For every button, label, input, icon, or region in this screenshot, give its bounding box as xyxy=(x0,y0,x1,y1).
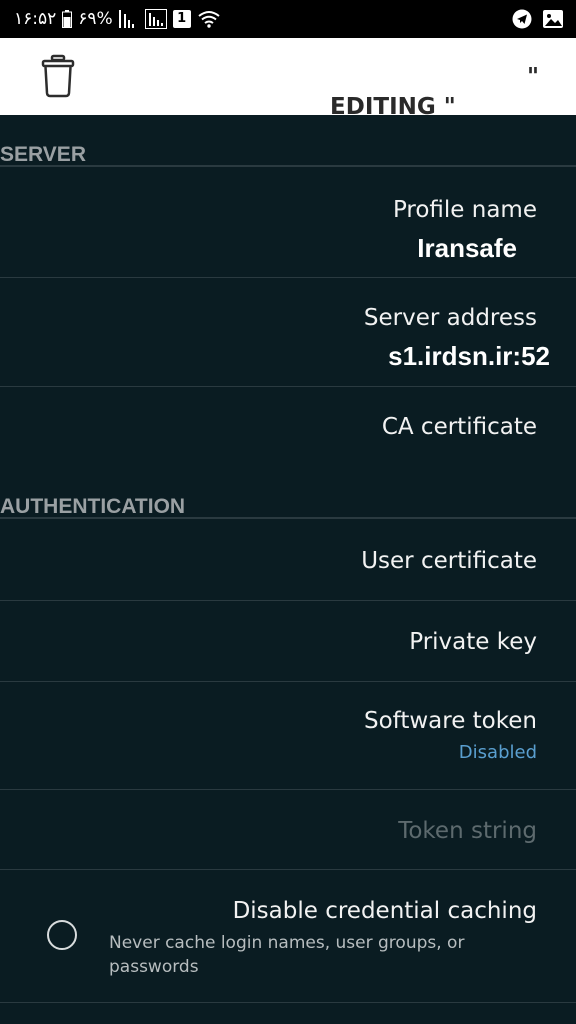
disable-caching-row[interactable]: Disable credential caching Never cache l… xyxy=(0,870,576,1003)
user-certificate-row[interactable]: User certificate xyxy=(0,519,576,600)
user-certificate-label: User certificate xyxy=(361,548,537,574)
page-title: EDITING " " xyxy=(298,62,539,120)
signal-strength-icon xyxy=(144,9,167,29)
toolbar: EDITING " " xyxy=(0,38,576,120)
battery-icon xyxy=(62,10,73,28)
telegram-icon xyxy=(512,9,532,29)
sim-badge: 1 xyxy=(172,10,191,28)
profile-name-row[interactable]: Profile name Iransafe xyxy=(0,167,576,277)
settings-list: SERVER Profile name Iransafe Server addr… xyxy=(0,115,576,1024)
clock: ۱۶:۵۲ xyxy=(14,9,57,29)
disable-caching-label: Disable credential caching xyxy=(232,898,537,924)
software-token-value: Disabled xyxy=(458,742,537,763)
software-token-row[interactable]: Software token Disabled xyxy=(0,682,576,789)
disable-caching-checkbox[interactable] xyxy=(47,920,77,950)
section-header-authentication: AUTHENTICATION xyxy=(0,495,186,518)
status-bar: ۱۶:۵۲ ۶۹% 1 xyxy=(0,0,576,38)
profile-name-label: Profile name xyxy=(392,197,537,223)
image-icon xyxy=(543,10,563,28)
battery-percent: ۶۹% xyxy=(78,9,113,29)
server-address-row[interactable]: Server address s1.irdsn.ir:52 xyxy=(0,278,576,386)
status-left: ۱۶:۵۲ ۶۹% 1 xyxy=(14,8,221,30)
trash-icon[interactable] xyxy=(40,54,76,98)
ca-certificate-row[interactable]: CA certificate xyxy=(0,387,576,477)
private-key-label: Private key xyxy=(409,629,537,655)
section-header-server: SERVER xyxy=(0,143,86,166)
divider xyxy=(0,1002,576,1003)
page-title-close-quote: " xyxy=(527,64,539,90)
status-right xyxy=(512,8,564,30)
token-string-label: Token string xyxy=(398,818,537,844)
token-string-row: Token string xyxy=(0,790,576,869)
server-address-value: s1.irdsn.ir:52 xyxy=(388,341,550,371)
profile-name-value: Iransafe xyxy=(417,233,517,263)
software-token-label: Software token xyxy=(363,708,537,734)
disable-caching-description: Never cache login names, user groups, or… xyxy=(109,933,465,977)
signal-icon xyxy=(118,10,134,28)
private-key-row[interactable]: Private key xyxy=(0,601,576,681)
server-address-label: Server address xyxy=(363,305,537,331)
ca-certificate-label: CA certificate xyxy=(381,414,537,440)
wifi-icon xyxy=(198,11,220,28)
